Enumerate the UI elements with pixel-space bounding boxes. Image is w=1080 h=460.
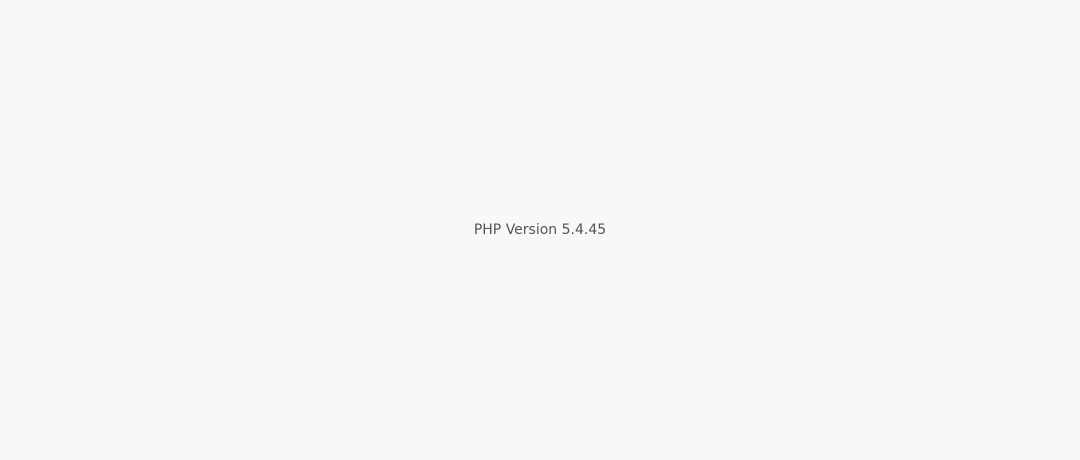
placeholder: PHP Version 5.4.45 <box>473 222 607 238</box>
